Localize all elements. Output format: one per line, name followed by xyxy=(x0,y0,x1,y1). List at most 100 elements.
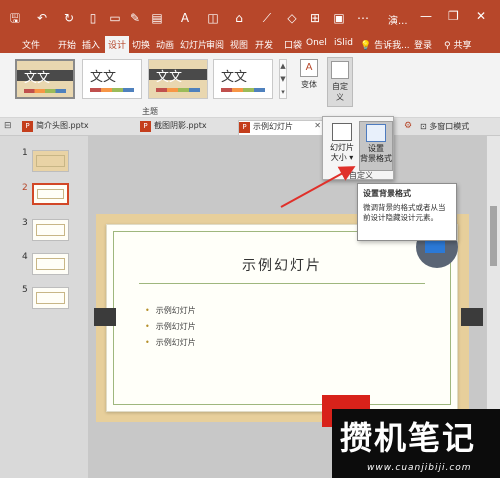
left-clip xyxy=(94,308,116,326)
format-background-button[interactable]: 设置 背景格式 xyxy=(359,121,393,171)
format-bg-label-1: 设置 xyxy=(368,144,384,153)
customize-label-1: 自定 xyxy=(332,82,348,91)
pin-icon[interactable]: ⊟ xyxy=(4,121,12,131)
slide-bullet[interactable]: 示例幻灯片 xyxy=(145,337,196,348)
share-label: 共享 xyxy=(453,41,472,51)
tab-home[interactable]: 开始 xyxy=(58,38,76,51)
current-slide[interactable]: 示例幻灯片 示例幻灯片 示例幻灯片 示例幻灯片 xyxy=(94,214,483,422)
customize-dropdown: 幻灯片 大小 ▾ 设置 背景格式 自定义 xyxy=(322,116,394,180)
tab-review[interactable]: 审阅 xyxy=(206,38,224,51)
tab-onekey[interactable]: Onel xyxy=(306,38,327,48)
slide-thumbnail-1[interactable] xyxy=(32,150,69,172)
right-clip xyxy=(461,308,483,326)
customize-icon xyxy=(331,61,349,79)
thumb-number: 5 xyxy=(22,285,28,295)
thumb-frame xyxy=(36,224,65,236)
restore-button[interactable]: ❐ xyxy=(448,9,459,23)
multi-window-button[interactable]: ⊡ 多窗口模式 xyxy=(420,121,469,132)
minimize-button[interactable]: — xyxy=(420,9,432,23)
pptx-icon: P xyxy=(140,121,151,132)
more-icon[interactable]: ⋯ xyxy=(356,11,370,25)
ribbon-tabs: 文件 开始 插入 设计 切换 动画 幻灯片 审阅 视图 开发 口袋 Onel i… xyxy=(0,35,500,53)
tab-slideshow[interactable]: 幻灯片 xyxy=(180,38,207,51)
arrange-icon[interactable]: ◫ xyxy=(206,11,220,25)
theme-thumb-3[interactable]: 文文 xyxy=(148,59,208,99)
customize-label-2: 义 xyxy=(336,93,344,102)
line-icon[interactable]: ⟋ xyxy=(260,11,274,25)
group-label-customize: 自定义 xyxy=(349,171,373,180)
scrollbar-thumb[interactable] xyxy=(490,206,497,266)
undo-icon[interactable]: ↶ xyxy=(35,11,49,25)
variants-button[interactable]: A 变体 xyxy=(297,59,321,90)
ribbon-design: 文文 文文 文文 文文 ▲ ▼ ▾ 主题 A 变体 自定 义 xyxy=(0,53,500,118)
theme-label: 文文 xyxy=(221,70,248,85)
new-file-icon[interactable]: ▯ xyxy=(86,11,100,25)
format-icon[interactable]: ▤ xyxy=(150,11,164,25)
tab-transitions[interactable]: 切换 xyxy=(132,38,150,51)
thumb-number: 1 xyxy=(22,148,28,158)
doc-tab-2[interactable]: P 截图阴影.pptx xyxy=(140,120,236,135)
slide-thumbnail-2[interactable] xyxy=(32,183,69,205)
tab-pocket[interactable]: 口袋 xyxy=(284,38,302,51)
tell-me-input[interactable]: 💡 告诉我... xyxy=(360,38,410,51)
slide-thumbnail-4[interactable] xyxy=(32,253,69,275)
save-icon[interactable]: 🖫 xyxy=(8,11,22,25)
tab-view[interactable]: 视图 xyxy=(230,38,248,51)
thumb-frame xyxy=(36,292,65,304)
theme-thumb-2[interactable]: 文文 xyxy=(82,59,142,99)
share-button[interactable]: ⚲ 共享 xyxy=(444,38,471,51)
brush-icon[interactable]: ✎ xyxy=(128,11,142,25)
theme-thumb-4[interactable]: 文文 xyxy=(213,59,273,99)
customize-button[interactable]: 自定 义 xyxy=(327,57,353,107)
thumb-frame xyxy=(37,189,64,199)
variants-label: 变体 xyxy=(301,80,317,89)
text-icon[interactable]: A xyxy=(178,11,192,25)
title-divider xyxy=(139,283,425,284)
slide-thumbnail-3[interactable] xyxy=(32,219,69,241)
open-icon[interactable]: ▭ xyxy=(108,11,122,25)
theme-color-bar xyxy=(221,88,265,92)
shapes-icon[interactable]: ⌂ xyxy=(232,11,246,25)
theme-color-bar xyxy=(24,89,66,93)
theme-color-bar xyxy=(156,88,200,92)
tab-insert[interactable]: 插入 xyxy=(82,38,100,51)
watermark-text: 攒机笔记 xyxy=(340,419,477,457)
tooltip: 设置背景格式 微调背景的格式或者从当前设计隐藏设计元素。 xyxy=(357,183,457,241)
variants-icon: A xyxy=(300,59,318,77)
settings-icon[interactable]: ⚙ xyxy=(404,121,412,131)
redo-icon[interactable]: ↻ xyxy=(62,11,76,25)
doc-tab-label: 简介头图.pptx xyxy=(36,121,89,130)
close-tab-icon[interactable]: ✕ xyxy=(314,121,321,130)
tab-animations[interactable]: 动画 xyxy=(156,38,174,51)
slide-thumbnail-pane: 1 2 3 4 5 xyxy=(0,136,88,478)
doc-tab-3[interactable]: P 示例幻灯片 ✕ xyxy=(238,120,326,135)
thumb-frame xyxy=(36,155,65,167)
thumb-number: 3 xyxy=(22,218,28,228)
doc-tab-1[interactable]: P 简介头图.pptx xyxy=(22,120,134,135)
slide-bullet[interactable]: 示例幻灯片 xyxy=(145,305,196,316)
watermark-url: www.cuanjibiji.com xyxy=(367,463,472,473)
slide-bullet[interactable]: 示例幻灯片 xyxy=(145,321,196,332)
tell-me-label: 告诉我... xyxy=(374,41,410,51)
user-icon: ⚲ xyxy=(444,41,451,51)
fill-icon[interactable]: ◇ xyxy=(285,11,299,25)
tab-developer[interactable]: 开发 xyxy=(255,38,273,51)
tab-file[interactable]: 文件 xyxy=(22,38,40,51)
sign-in-link[interactable]: 登录 xyxy=(414,38,432,51)
theme-label: 文文 xyxy=(24,71,51,86)
slide-size-button[interactable]: 幻灯片 大小 ▾ xyxy=(326,121,358,171)
tab-islide[interactable]: iSlid xyxy=(334,38,353,48)
format-background-icon xyxy=(366,124,386,142)
close-button[interactable]: ✕ xyxy=(476,9,486,23)
format-bg-label-2: 背景格式 xyxy=(360,154,392,163)
watermark-logo: 攒机笔记 www.cuanjibiji.com xyxy=(322,395,500,478)
theme-label: 文文 xyxy=(156,70,183,85)
gallery-scroll-button[interactable]: ▲ ▼ ▾ xyxy=(279,59,287,99)
slide-thumbnail-5[interactable] xyxy=(32,287,69,309)
slide-title[interactable]: 示例幻灯片 xyxy=(107,255,457,275)
tab-design[interactable]: 设计 xyxy=(105,36,130,53)
color-icon[interactable]: ▣ xyxy=(332,11,346,25)
theme-thumb-1[interactable]: 文文 xyxy=(15,59,75,99)
tooltip-title: 设置背景格式 xyxy=(363,189,411,198)
grid-icon[interactable]: ⊞ xyxy=(308,11,322,25)
